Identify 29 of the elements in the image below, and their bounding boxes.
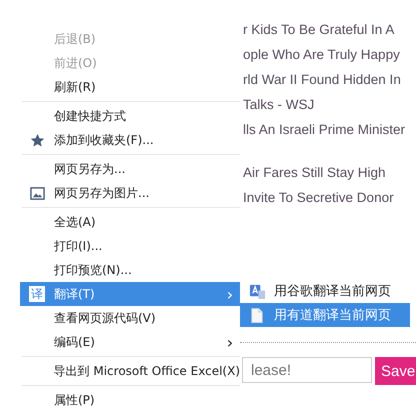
- headline-link[interactable]: r Kids To Be Grateful In A: [243, 17, 394, 42]
- menu-item[interactable]: 添加到收藏夹(F)...: [20, 128, 240, 152]
- menu-item[interactable]: 全选(A): [20, 210, 240, 234]
- submenu-item[interactable]: 用谷歌翻译当前网页: [240, 279, 410, 303]
- menu-item[interactable]: 网页另存为...: [20, 157, 240, 181]
- menu-item[interactable]: 网页另存为图片...: [20, 181, 240, 205]
- headline-link[interactable]: rld War II Found Hidden In: [243, 67, 401, 92]
- menu-item[interactable]: 打印(I)...: [20, 234, 240, 258]
- translate-badge: 译: [29, 286, 45, 302]
- submenu-item[interactable]: 用有道翻译当前网页: [240, 303, 410, 327]
- image-icon: [30, 186, 44, 200]
- document-icon: [250, 306, 264, 324]
- email-field[interactable]: lease!: [242, 357, 372, 383]
- menu-item[interactable]: 编码(E) ›: [20, 330, 240, 354]
- headline-link[interactable]: ople Who Are Truly Happy: [243, 42, 400, 67]
- menu-item[interactable]: 查看网页源代码(V): [20, 306, 240, 330]
- translate-icon: [248, 282, 266, 300]
- headline-link[interactable]: lls An Israeli Prime Minister: [243, 117, 406, 142]
- menu-item[interactable]: 打印预览(N)...: [20, 258, 240, 282]
- menu-item[interactable]: 刷新(R): [20, 75, 240, 99]
- headline-link[interactable]: Talks - WSJ: [243, 92, 314, 117]
- menu-item[interactable]: 导出到 Microsoft Office Excel(X): [20, 359, 240, 383]
- star-icon: [30, 132, 44, 148]
- menu-item[interactable]: 创建快捷方式: [20, 104, 240, 128]
- save-button[interactable]: Save: [375, 357, 416, 385]
- menu-item[interactable]: 译 翻译(T) ›: [20, 282, 240, 306]
- headline-link[interactable]: Invite To Secretive Donor: [243, 185, 394, 210]
- headline-link[interactable]: Air Fares Still Stay High: [243, 160, 386, 185]
- menu-item[interactable]: 属性(P): [20, 388, 240, 412]
